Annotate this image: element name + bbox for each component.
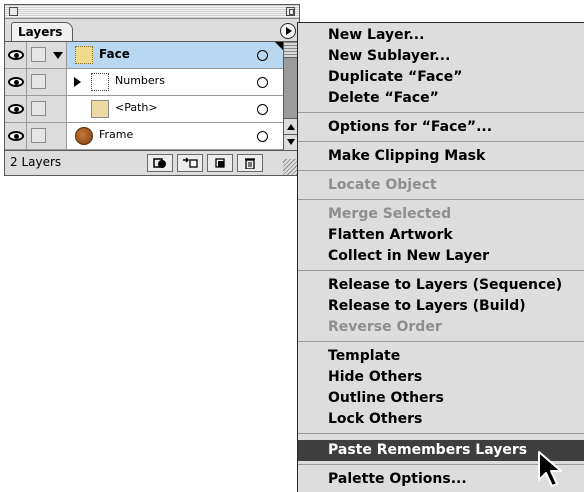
layer-row-path[interactable]: <Path> <box>5 96 283 123</box>
layer-thumbnail <box>91 100 109 118</box>
lock-toggle[interactable] <box>31 47 46 62</box>
layer-name: Frame <box>99 128 134 141</box>
menu-item-locate-object: Locate Object <box>328 177 437 193</box>
layers-palette: Layers Face Numbers <Path> Frame 2 Layer… <box>4 4 300 176</box>
layers-list: Face Numbers <Path> Frame <box>5 42 283 150</box>
menu-separator <box>298 433 584 434</box>
menu-item-collect-in-new-layer[interactable]: Collect in New Layer <box>298 246 584 267</box>
menu-item-hide-others[interactable]: Hide Others <box>298 367 584 388</box>
layer-thumbnail <box>75 46 93 64</box>
menu-item-delete[interactable]: Delete “Face” <box>298 88 584 109</box>
tab-layers[interactable]: Layers <box>11 22 74 42</box>
lock-toggle[interactable] <box>31 74 46 89</box>
lock-toggle[interactable] <box>31 101 46 116</box>
menu-item-release-sequence[interactable]: Release to Layers (Sequence) <box>298 275 584 296</box>
palette-tab-row: Layers <box>5 20 299 42</box>
eye-icon <box>8 131 24 141</box>
menu-separator <box>298 141 584 142</box>
menu-item-release-build[interactable]: Release to Layers (Build) <box>298 296 584 317</box>
target-circle-icon[interactable] <box>257 50 268 61</box>
layer-content[interactable]: Face <box>67 42 283 68</box>
layer-thumbnail <box>91 73 109 91</box>
menu-item-duplicate[interactable]: Duplicate “Face” <box>298 67 584 88</box>
eye-icon <box>8 50 24 60</box>
menu-item-new-layer[interactable]: New Layer... <box>298 25 584 46</box>
visibility-toggle[interactable] <box>5 96 27 122</box>
palette-footer: 2 Layers <box>5 150 299 175</box>
menu-item-new-sublayer[interactable]: New Sublayer... <box>298 46 584 67</box>
layer-content[interactable]: Numbers <box>67 69 283 95</box>
visibility-toggle[interactable] <box>5 123 27 149</box>
menu-item-reverse-order: Reverse Order <box>328 319 442 335</box>
menu-item-flatten-artwork[interactable]: Flatten Artwork <box>298 225 584 246</box>
target-circle-icon[interactable] <box>257 131 268 142</box>
menu-item-merge-selected: Merge Selected <box>328 206 452 222</box>
disclosure-triangle-collapsed-icon[interactable] <box>74 77 81 87</box>
target-circle-icon[interactable] <box>257 104 268 115</box>
menu-item-lock-others[interactable]: Lock Others <box>298 409 584 430</box>
disclosure-triangle-expanded-icon[interactable] <box>53 52 63 59</box>
layer-row-face[interactable]: Face <box>5 42 283 69</box>
menu-separator <box>298 270 584 271</box>
new-layer-icon <box>215 158 225 168</box>
palette-menu-icon[interactable] <box>280 23 296 39</box>
close-box-icon[interactable] <box>9 7 18 16</box>
layer-row-numbers[interactable]: Numbers <box>5 69 283 96</box>
layer-name: Numbers <box>115 74 165 87</box>
selection-indicator <box>275 42 283 50</box>
menu-separator <box>298 112 584 113</box>
palette-titlebar[interactable] <box>5 5 299 19</box>
menu-separator <box>298 341 584 342</box>
delete-selection-button[interactable] <box>237 154 263 172</box>
menu-item-outline-others[interactable]: Outline Others <box>298 388 584 409</box>
create-layer-button[interactable] <box>207 154 233 172</box>
lock-column[interactable] <box>27 123 67 149</box>
menu-item-template[interactable]: Template <box>298 346 584 367</box>
lock-column[interactable] <box>27 96 67 122</box>
visibility-toggle[interactable] <box>5 69 27 95</box>
layer-name: Face <box>99 47 130 61</box>
lock-toggle[interactable] <box>31 128 46 143</box>
layer-name: <Path> <box>115 101 158 114</box>
palette-popup-menu: New Layer... New Sublayer... Duplicate “… <box>297 22 584 492</box>
lock-column[interactable] <box>27 42 67 68</box>
lock-column[interactable] <box>27 69 67 95</box>
layer-count: 2 Layers <box>10 155 62 169</box>
layer-content[interactable]: <Path> <box>67 96 283 122</box>
menu-separator <box>298 170 584 171</box>
menu-separator <box>298 199 584 200</box>
new-sublayer-icon <box>183 157 198 168</box>
visibility-toggle[interactable] <box>5 42 27 68</box>
menu-item-options-for-layer[interactable]: Options for “Face”... <box>298 117 584 138</box>
trash-icon <box>245 158 255 169</box>
target-circle-icon[interactable] <box>257 77 268 88</box>
eye-icon <box>8 77 24 87</box>
menu-item-make-clipping-mask[interactable]: Make Clipping Mask <box>298 146 584 167</box>
layer-content[interactable]: Frame <box>67 123 283 149</box>
layer-row-frame[interactable]: Frame <box>5 123 283 150</box>
create-sublayer-button[interactable] <box>177 154 203 172</box>
eye-icon <box>8 104 24 114</box>
layer-thumbnail <box>75 127 93 145</box>
zoom-box-icon[interactable] <box>286 7 295 16</box>
clipping-mask-icon <box>153 158 166 168</box>
mouse-pointer-icon <box>538 451 562 487</box>
make-clipping-mask-button[interactable] <box>147 154 173 172</box>
